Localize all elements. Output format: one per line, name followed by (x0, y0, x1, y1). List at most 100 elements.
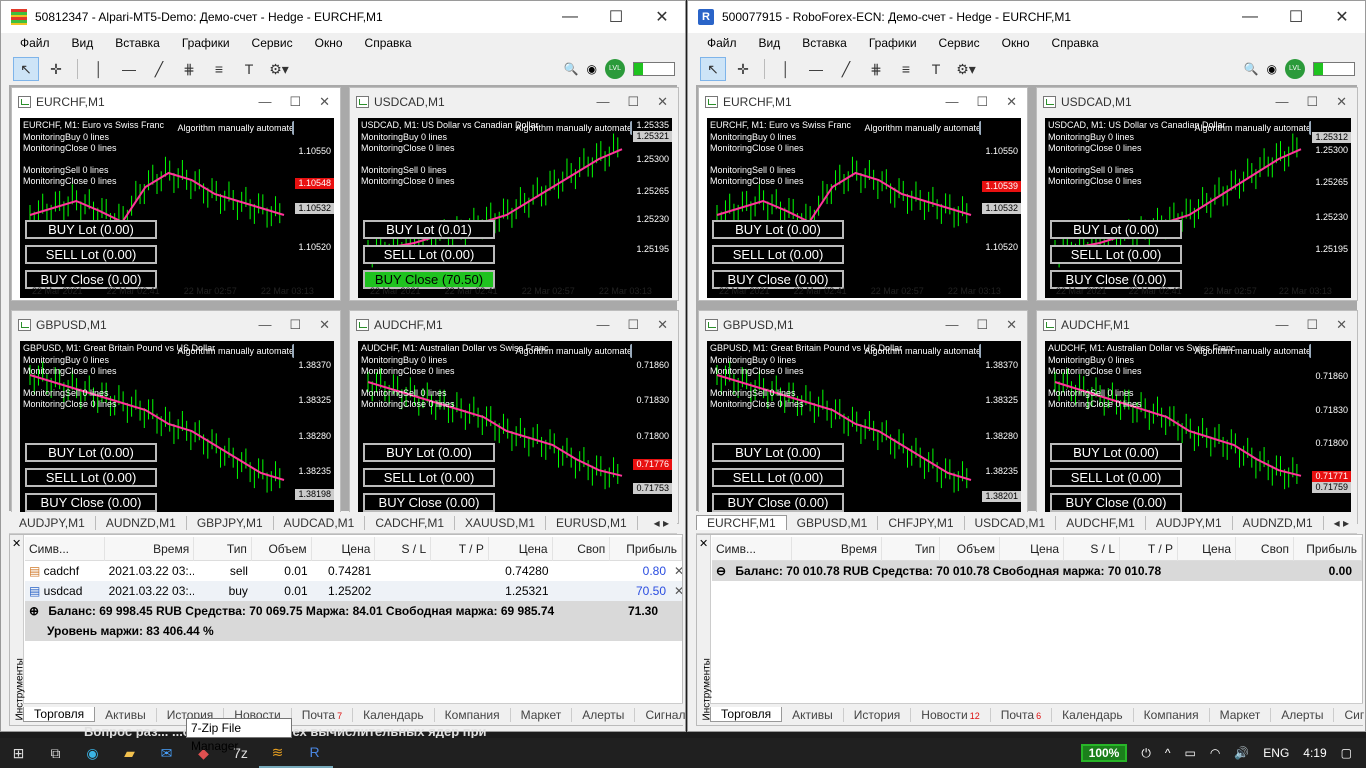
maximize-icon[interactable]: ☐ (1306, 317, 1318, 333)
col-type[interactable]: Тип (882, 537, 940, 561)
sell-lot-button[interactable]: SELL Lot (0.00) (712, 468, 844, 487)
minimize-icon[interactable]: — (596, 317, 609, 333)
tab-assets[interactable]: Активы (782, 707, 844, 722)
minimize-icon[interactable]: — (1275, 94, 1288, 110)
tab-scroll-arrows-icon[interactable]: ◂ ▸ (654, 516, 677, 530)
col-symbol[interactable]: Симв... (712, 537, 792, 561)
price-plot[interactable]: EURCHF, M1: Euro vs Swiss Franc Algorith… (707, 118, 1021, 298)
file-explorer-icon[interactable]: ▰ (111, 738, 148, 768)
minimize-icon[interactable]: — (258, 317, 271, 333)
tab-trade[interactable]: Торговля (710, 707, 783, 722)
col-profit[interactable]: Прибыль (610, 537, 682, 561)
horizontal-line-icon[interactable]: — (803, 57, 829, 81)
menu-tools[interactable]: Сервис (928, 36, 991, 50)
minimize-icon[interactable]: — (1275, 317, 1288, 333)
symbol-tab[interactable]: CHFJPY,M1 (878, 515, 965, 530)
buy-lot-button[interactable]: BUY Lot (0.01) (363, 220, 495, 239)
tab-mail[interactable]: Почта 7 (292, 707, 354, 722)
buy-lot-button[interactable]: BUY Lot (0.00) (712, 443, 844, 462)
buy-close-button[interactable]: BUY Close (0.00) (1050, 493, 1182, 512)
symbol-tab[interactable]: EURCHF,M1 (696, 515, 787, 530)
tab-calendar[interactable]: Календарь (353, 707, 435, 722)
crosshair-icon[interactable]: ✛ (43, 57, 69, 81)
menu-insert[interactable]: Вставка (104, 36, 171, 50)
menu-help[interactable]: Справка (354, 36, 423, 50)
language-indicator[interactable]: ENG (1263, 746, 1289, 760)
cursor-icon[interactable]: ↖ (13, 57, 39, 81)
minimize-icon[interactable]: — (945, 317, 958, 333)
menu-view[interactable]: Вид (748, 36, 792, 50)
symbol-tab[interactable]: GBPJPY,M1 (187, 515, 274, 530)
buy-close-button[interactable]: BUY Close (0.00) (712, 493, 844, 512)
buy-close-button[interactable]: BUY Close (0.00) (25, 493, 157, 512)
tab-signals[interactable]: Сигнал (635, 708, 685, 722)
buy-lot-button[interactable]: BUY Lot (0.00) (25, 220, 157, 239)
chart-window-audchf[interactable]: AUDCHF,M1 — ☐ ✕ AUDCHF, M1: Australian Doll… (1036, 310, 1358, 524)
symbol-tab[interactable]: XAUUSD,M1 (455, 515, 547, 530)
col-sl[interactable]: S / L (375, 537, 432, 561)
expand-icon[interactable]: ⊕ (25, 604, 39, 618)
tab-news[interactable]: Новости 12 (911, 707, 991, 722)
symbol-tab[interactable]: AUDJPY,M1 (9, 515, 96, 530)
tab-calendar[interactable]: Календарь (1052, 707, 1134, 722)
price-plot[interactable]: AUDCHF, M1: Australian Dollar vs Swiss F… (1045, 341, 1351, 521)
close-icon[interactable]: ✕ (319, 317, 330, 333)
price-plot[interactable]: AUDCHF, M1: Australian Dollar vs Swiss F… (358, 341, 672, 521)
table-row[interactable]: ▤ usdcad 2021.03.22 03:... buy 0.01 1.25… (25, 581, 682, 601)
trendline-icon[interactable]: ╱ (833, 57, 859, 81)
chart-window-gbpusd[interactable]: GBPUSD,M1 — ☐ ✕ GBPUSD, M1: Great Britain P… (698, 310, 1028, 524)
network-icon[interactable]: ▭ (1185, 746, 1196, 760)
symbol-tab[interactable]: AUDNZD,M1 (1233, 515, 1324, 530)
menu-view[interactable]: Вид (61, 36, 105, 50)
close-icon[interactable]: ✕ (657, 94, 668, 110)
chart-window-usdcad[interactable]: USDCAD,M1 — ☐ ✕ USDCAD, M1: US Dollar vs Ca… (349, 87, 679, 301)
chart-window-eurchf[interactable]: EURCHF,M1 — ☐ ✕ EURCHF, M1: Euro vs Swiss F… (698, 87, 1028, 301)
symbol-tab[interactable]: AUDNZD,M1 (96, 515, 187, 530)
sell-lot-button[interactable]: SELL Lot (0.00) (712, 245, 844, 264)
fibo-fan-icon[interactable]: ≡ (206, 57, 232, 81)
chart-window-audchf[interactable]: AUDCHF,M1 — ☐ ✕ AUDCHF, M1: Australian Doll… (349, 310, 679, 524)
fibonacci-icon[interactable]: ⋕ (863, 57, 889, 81)
close-icon[interactable]: ✕ (12, 537, 21, 550)
level-icon[interactable]: LVL (1285, 59, 1305, 79)
close-icon[interactable]: ✕ (1319, 7, 1365, 27)
tab-mail[interactable]: Почта 6 (991, 707, 1053, 722)
price-plot[interactable]: EURCHF, M1: Euro vs Swiss Franc Algorith… (20, 118, 334, 298)
col-time[interactable]: Время (792, 537, 882, 561)
sell-lot-button[interactable]: SELL Lot (0.00) (25, 468, 157, 487)
mt5-alpari-taskbar-icon[interactable]: ≋ (259, 738, 296, 768)
minimize-icon[interactable]: — (258, 94, 271, 110)
col-tp[interactable]: T / P (1120, 537, 1178, 561)
search-icon[interactable]: 🔍 (564, 62, 579, 76)
clock[interactable]: 4:19 (1303, 746, 1326, 760)
symbol-tab[interactable]: AUDCHF,M1 (1056, 515, 1146, 530)
maximize-icon[interactable]: ☐ (1306, 94, 1318, 110)
close-icon[interactable]: ✕ (1006, 94, 1017, 110)
minimize-icon[interactable]: — (547, 8, 593, 26)
symbol-tab[interactable]: EURUSD,M1 (546, 515, 638, 530)
col-price[interactable]: Цена (1000, 537, 1064, 561)
symbol-tab[interactable]: AUDCAD,M1 (274, 515, 366, 530)
tab-history[interactable]: История (844, 707, 912, 722)
level-icon[interactable]: LVL (605, 59, 625, 79)
close-icon[interactable]: ✕ (657, 317, 668, 333)
close-order-icon[interactable]: ✕ (670, 584, 682, 598)
maximize-icon[interactable]: ☐ (976, 317, 988, 333)
buy-lot-button[interactable]: BUY Lot (0.00) (712, 220, 844, 239)
mail-app-icon[interactable]: ✉ (148, 738, 185, 768)
account-icon[interactable]: ◉ (587, 62, 597, 76)
buy-lot-button[interactable]: BUY Lot (0.00) (363, 443, 495, 462)
trendline-icon[interactable]: ╱ (146, 57, 172, 81)
fibonacci-icon[interactable]: ⋕ (176, 57, 202, 81)
chevron-up-icon[interactable]: ^ (1165, 746, 1171, 760)
maximize-icon[interactable]: ☐ (627, 317, 639, 333)
tab-market[interactable]: Маркет (511, 707, 573, 722)
tab-scroll-arrows-icon[interactable]: ◂ ▸ (1334, 516, 1357, 530)
chart-window-gbpusd[interactable]: GBPUSD,M1 — ☐ ✕ GBPUSD, M1: Great Britain P… (11, 310, 341, 524)
menu-window[interactable]: Окно (991, 36, 1041, 50)
col-swap[interactable]: Своп (1236, 537, 1294, 561)
edge-browser-icon[interactable]: ◉ (74, 738, 111, 768)
menu-tools[interactable]: Сервис (241, 36, 304, 50)
chart-window-eurchf[interactable]: EURCHF,M1 — ☐ ✕ EURCHF, M1: Euro vs Swiss F… (11, 87, 341, 301)
maximize-icon[interactable]: ☐ (289, 317, 301, 333)
